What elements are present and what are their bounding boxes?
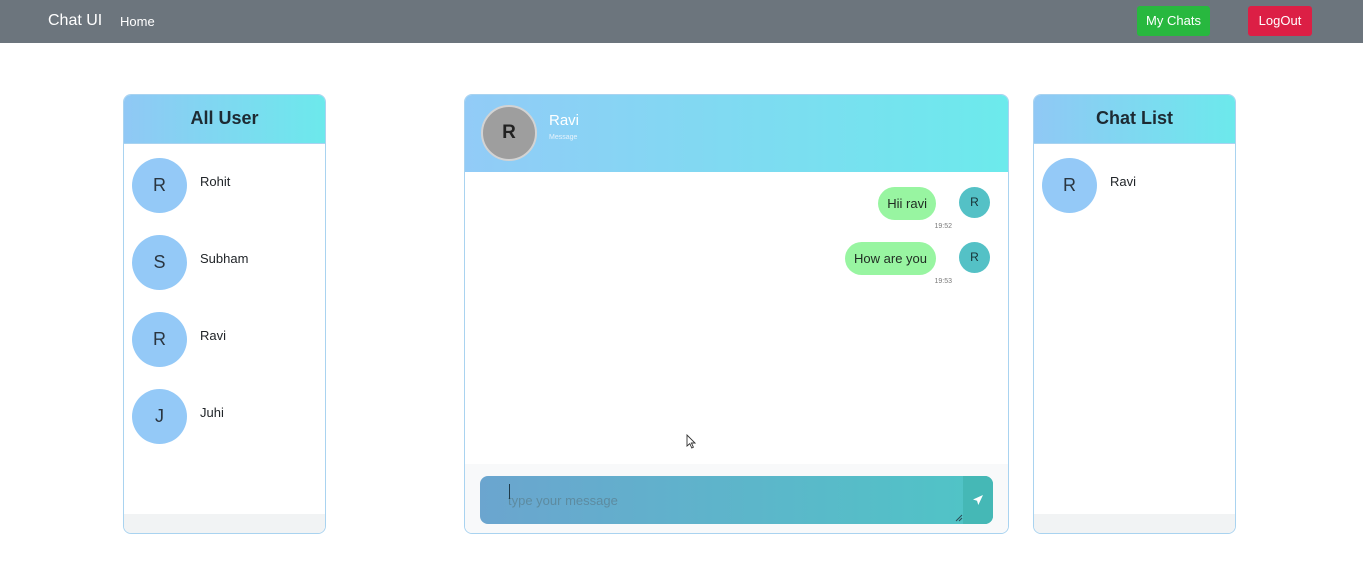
my-chats-button[interactable]: My Chats bbox=[1137, 6, 1210, 36]
chat-list-item-ravi[interactable]: R Ravi bbox=[1042, 158, 1227, 214]
user-item-ravi[interactable]: R Ravi bbox=[132, 312, 317, 368]
message-composer bbox=[480, 476, 993, 524]
user-item-rohit[interactable]: R Rohit bbox=[132, 158, 317, 214]
message-input[interactable] bbox=[480, 476, 962, 524]
avatar: S bbox=[132, 235, 187, 290]
send-icon bbox=[973, 495, 983, 505]
chat-list-title: Chat List bbox=[1095, 108, 1173, 128]
message-row: How are you R 19:53 bbox=[692, 242, 992, 286]
resize-handle-icon[interactable] bbox=[955, 514, 963, 522]
send-button[interactable] bbox=[963, 476, 993, 524]
user-name: Subham bbox=[200, 251, 249, 266]
user-name: Juhi bbox=[200, 405, 224, 420]
user-item-subham[interactable]: S Subham bbox=[132, 235, 317, 291]
message-time: 19:53 bbox=[934, 278, 952, 285]
nav-home-link[interactable]: Home bbox=[120, 14, 155, 29]
avatar: R bbox=[1042, 158, 1097, 213]
all-users-header: All User bbox=[124, 95, 325, 144]
top-navbar: Chat UI Home My Chats LogOut bbox=[0, 0, 1363, 43]
all-users-title: All User bbox=[190, 108, 259, 128]
message-bubble: Hii ravi bbox=[878, 187, 936, 220]
message-row: Hii ravi R 19:52 bbox=[692, 187, 992, 231]
chat-list-header: Chat List bbox=[1034, 95, 1235, 144]
chat-list-footer bbox=[1034, 514, 1235, 533]
sender-avatar: R bbox=[959, 242, 990, 273]
brand-logo[interactable]: Chat UI bbox=[48, 12, 102, 30]
message-time: 19:52 bbox=[934, 223, 952, 230]
message-bubble: How are you bbox=[845, 242, 936, 275]
user-name: Rohit bbox=[200, 174, 231, 189]
avatar: R bbox=[132, 158, 187, 213]
chat-name: Ravi bbox=[1110, 174, 1137, 189]
all-users-footer bbox=[124, 514, 325, 533]
chat-list-panel: Chat List R Ravi bbox=[1033, 94, 1236, 534]
text-caret bbox=[509, 484, 510, 499]
contact-name: Ravi bbox=[549, 112, 580, 129]
avatar: J bbox=[132, 389, 187, 444]
user-item-juhi[interactable]: J Juhi bbox=[132, 389, 317, 445]
avatar: R bbox=[132, 312, 187, 367]
chat-window: R Ravi Message Hii ravi R 19:52 How are … bbox=[464, 94, 1009, 534]
all-users-panel: All User R Rohit S Subham R Ravi J Juhi bbox=[123, 94, 326, 534]
chat-header: R Ravi Message bbox=[465, 95, 1008, 172]
mouse-cursor-icon bbox=[686, 434, 696, 449]
sender-avatar: R bbox=[959, 187, 990, 218]
logout-button[interactable]: LogOut bbox=[1248, 6, 1312, 36]
user-name: Ravi bbox=[200, 328, 227, 343]
contact-subtitle: Message bbox=[549, 134, 578, 141]
contact-avatar: R bbox=[481, 105, 537, 161]
